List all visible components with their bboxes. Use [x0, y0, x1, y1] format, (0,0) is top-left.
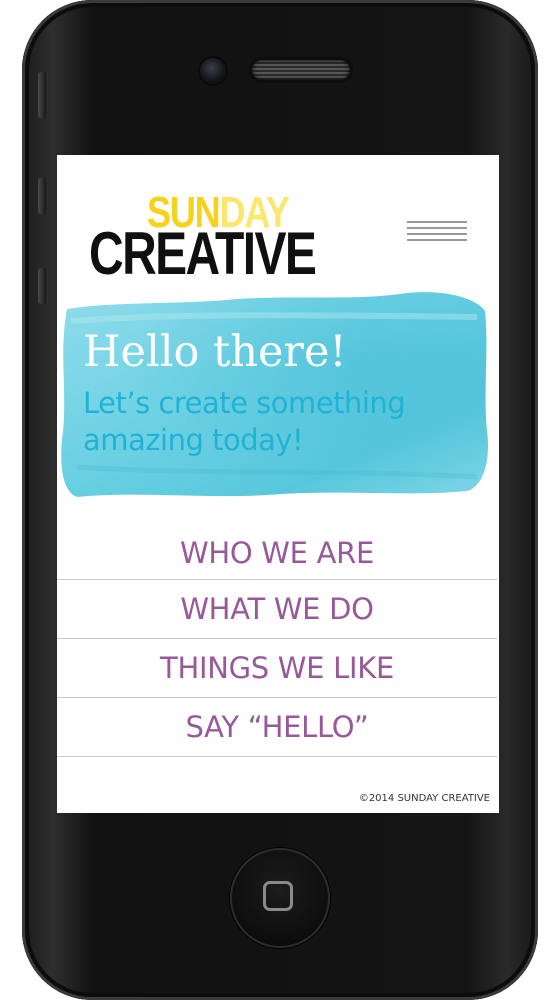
volume-down-button [38, 268, 46, 304]
speaker-grille-icon [252, 60, 350, 80]
nav-item-what-we-do[interactable]: WHAT WE DO [57, 580, 497, 639]
phone-screen: SUNDAY CREATIVE Hello there! Let’s creat… [57, 155, 499, 813]
hero-banner: Hello there! Let’s create something amaz… [57, 291, 499, 501]
volume-up-button [38, 178, 46, 214]
hamburger-menu-icon[interactable] [407, 221, 469, 247]
front-camera-icon [200, 58, 226, 84]
home-square-icon [263, 881, 293, 911]
nav-item-who-we-are[interactable]: WHO WE ARE [57, 521, 497, 580]
nav-item-say-hello[interactable]: SAY “HELLO” [57, 698, 497, 757]
footer-copyright: ©2014 SUNDAY CREATIVE [358, 793, 490, 804]
sunday-creative-logo[interactable]: SUNDAY CREATIVE [89, 191, 317, 284]
hero-title: Hello there! [83, 327, 347, 377]
main-nav: WHO WE ARE WHAT WE DO THINGS WE LIKE SAY… [57, 521, 497, 757]
hero-subtitle: Let’s create something amazing today! [83, 386, 406, 457]
logo-bottom-line: CREATIVE [89, 220, 317, 287]
home-button-icon[interactable] [230, 848, 330, 948]
nav-item-things-we-like[interactable]: THINGS WE LIKE [57, 639, 497, 698]
mute-switch [38, 72, 46, 118]
